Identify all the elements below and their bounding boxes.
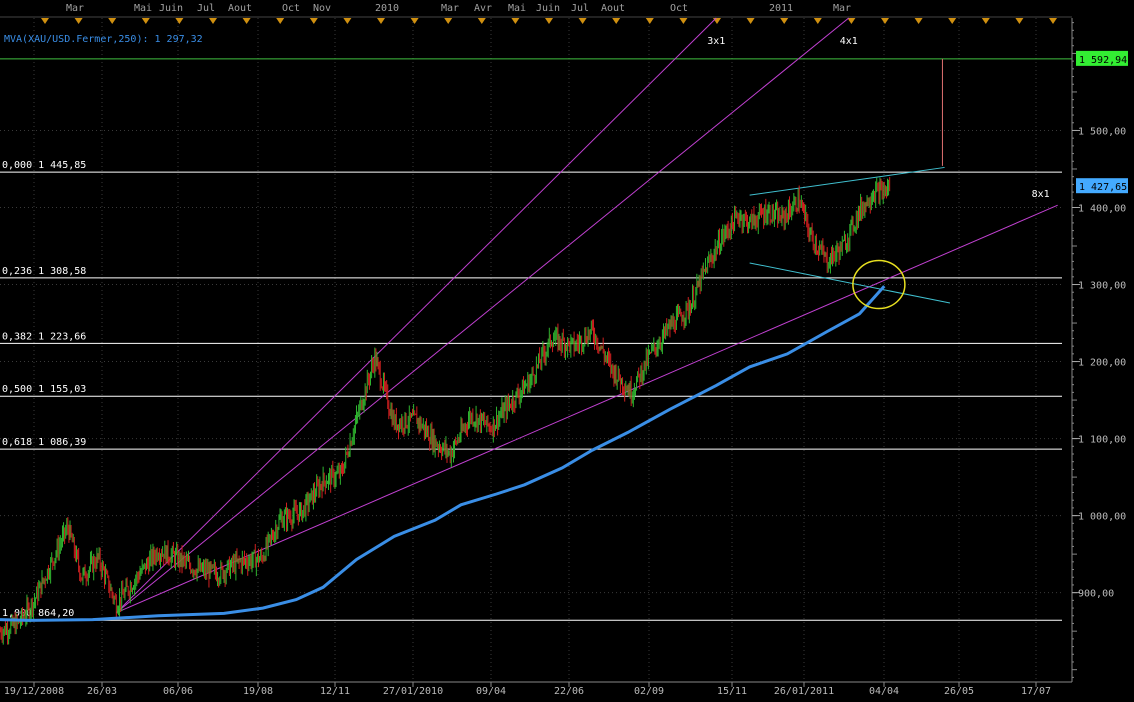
top-month-label: Mai	[134, 3, 152, 14]
gann-line-label: 3x1	[707, 36, 725, 47]
x-tick-label: 22/06	[554, 686, 584, 697]
top-month-label: Mai	[508, 3, 526, 14]
top-month-label: Jul	[571, 3, 589, 14]
fib-level-label: 0,500 1 155,03	[2, 384, 86, 395]
top-month-label: Oct	[282, 3, 300, 14]
x-tick-label: 06/06	[163, 686, 193, 697]
top-month-label: Aout	[601, 3, 625, 14]
top-month-label: Aout	[228, 3, 252, 14]
x-tick-label: 27/01/2010	[383, 686, 443, 697]
y-tick-label: 1 500,00	[1078, 126, 1126, 137]
fib-level-label: 0,236 1 308,58	[2, 266, 86, 277]
x-tick-label: 26/03	[87, 686, 117, 697]
top-month-label: 2011	[769, 3, 793, 14]
x-tick-label: 17/07	[1021, 686, 1051, 697]
y-tick-label: 1 100,00	[1078, 435, 1126, 446]
top-month-label: Mar	[441, 3, 459, 14]
top-month-label: Mar	[833, 3, 851, 14]
price-chart[interactable]: Mar Mai Juin Jul Aout Oct Nov 2010 Mar Avr Mai Juin…	[0, 0, 1134, 702]
y-tick-label: 900,00	[1078, 589, 1114, 600]
top-month-label: Mar	[66, 3, 84, 14]
fib-level-label: 0,382 1 223,66	[2, 331, 86, 342]
top-month-label: Avr	[474, 3, 492, 14]
y-tick-label: 1 200,00	[1078, 358, 1126, 369]
y-tick-label: 1 000,00	[1078, 512, 1126, 523]
x-tick-label: 15/11	[717, 686, 747, 697]
x-tick-label: 19/08	[243, 686, 273, 697]
x-tick-label: 09/04	[476, 686, 506, 697]
top-month-label: Juin	[536, 3, 560, 14]
x-tick-label: 12/11	[320, 686, 350, 697]
target-value-label: 1 592,94	[1079, 55, 1127, 66]
x-tick-label: 19/12/2008	[4, 686, 64, 697]
fib-level-label: 0,618 1 086,39	[2, 437, 86, 448]
x-tick-label: 04/04	[869, 686, 899, 697]
x-tick-label: 26/01/2011	[774, 686, 834, 697]
y-tick-label: 1 300,00	[1078, 281, 1126, 292]
target-value-box: 1 592,94	[1076, 50, 1128, 66]
y-tick-label: 1 400,00	[1078, 203, 1126, 214]
fib-level-label: 0,000 1 445,85	[2, 160, 86, 171]
top-month-label: Juin	[159, 3, 183, 14]
x-tick-label: 26/05	[944, 686, 974, 697]
gann-line-label: 8x1	[1032, 189, 1050, 200]
top-month-label: 2010	[375, 3, 399, 14]
top-month-label: Oct	[670, 3, 688, 14]
top-month-label: Nov	[313, 3, 331, 14]
top-month-label: Jul	[197, 3, 215, 14]
indicator-label: MVA(XAU/USD.Fermer,250): 1 297,32	[4, 34, 203, 45]
gann-line-label: 4x1	[840, 36, 858, 47]
x-tick-label: 02/09	[634, 686, 664, 697]
last-price-label: 1 427,65	[1079, 182, 1127, 193]
last-price-box: 1 427,65	[1076, 178, 1128, 194]
